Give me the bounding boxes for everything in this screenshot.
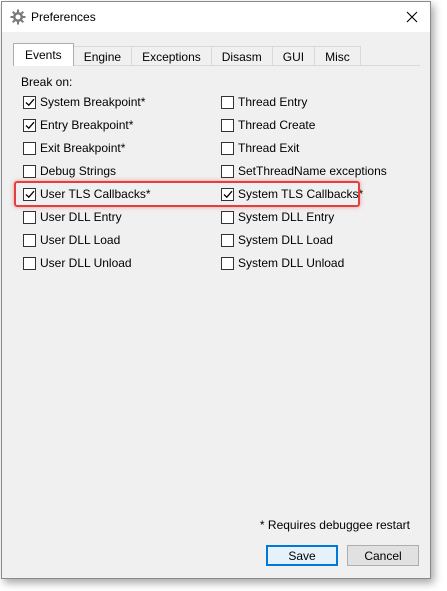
checkmark-icon (25, 98, 34, 106)
checkbox-box[interactable] (221, 164, 234, 178)
checkbox-user-dll-unload[interactable]: User DLL Unload (23, 255, 132, 271)
checkbox-label: User DLL Load (40, 233, 121, 247)
checkbox-box[interactable] (221, 95, 234, 109)
tab-strip: Events Engine Exceptions Disasm GUI Misc (13, 43, 361, 66)
checkbox-user-dll-entry[interactable]: User DLL Entry (23, 209, 122, 225)
restart-note: * Requires debuggee restart (259, 518, 410, 532)
checkbox-label: System Breakpoint* (40, 95, 146, 109)
tab-gui[interactable]: GUI (271, 46, 316, 66)
checkbox-box[interactable] (221, 141, 234, 155)
break-on-label: Break on: (21, 75, 73, 89)
checkbox-box[interactable] (221, 118, 234, 132)
checkbox-label: User DLL Unload (40, 256, 132, 270)
checkbox-system-breakpoint[interactable]: System Breakpoint* (23, 94, 145, 110)
checkbox-label: System DLL Load (238, 233, 333, 247)
checkbox-box[interactable] (221, 233, 234, 247)
gear-icon (10, 9, 26, 25)
checkbox-debug-strings[interactable]: Debug Strings (23, 163, 116, 179)
checkbox-label: System DLL Unload (238, 256, 345, 270)
tab-events[interactable]: Events (13, 43, 74, 66)
close-icon (406, 11, 418, 23)
cancel-button[interactable]: Cancel (347, 545, 419, 566)
checkbox-label: Thread Entry (238, 95, 308, 109)
checkbox-user-dll-load[interactable]: User DLL Load (23, 232, 120, 248)
close-button[interactable] (394, 2, 430, 32)
preferences-window: Preferences Events Engine Exceptions Dis… (1, 1, 431, 579)
window-title: Preferences (31, 10, 96, 24)
save-button[interactable]: Save (266, 545, 338, 566)
checkbox-box[interactable] (23, 210, 36, 224)
events-panel: Break on: System Breakpoint* Entry Breakp… (13, 65, 420, 510)
tab-disasm[interactable]: Disasm (210, 46, 273, 66)
tls-callbacks-highlight (14, 181, 360, 207)
checkbox-system-dll-unload[interactable]: System DLL Unload (221, 255, 344, 271)
checkbox-label: Exit Breakpoint* (40, 141, 126, 155)
checkbox-exit-breakpoint[interactable]: Exit Breakpoint* (23, 140, 125, 156)
title-bar: Preferences (2, 2, 430, 32)
checkbox-box[interactable] (221, 210, 234, 224)
checkbox-box[interactable] (23, 95, 36, 109)
checkbox-label: User DLL Entry (40, 210, 122, 224)
tab-misc[interactable]: Misc (314, 46, 361, 66)
checkbox-box[interactable] (23, 118, 36, 132)
checkbox-box[interactable] (23, 141, 36, 155)
checkbox-label: Thread Exit (238, 141, 300, 155)
checkbox-system-dll-entry[interactable]: System DLL Entry (221, 209, 334, 225)
checkbox-label: Debug Strings (40, 164, 117, 178)
checkbox-label: System DLL Entry (238, 210, 335, 224)
checkmark-icon (25, 121, 34, 129)
checkbox-label: SetThreadName exceptions (238, 164, 387, 178)
checkbox-label: Entry Breakpoint* (40, 118, 134, 132)
tab-exceptions[interactable]: Exceptions (131, 46, 212, 66)
tab-engine[interactable]: Engine (72, 46, 133, 66)
checkbox-system-dll-load[interactable]: System DLL Load (221, 232, 333, 248)
checkbox-box[interactable] (23, 233, 36, 247)
checkbox-thread-entry[interactable]: Thread Entry (221, 94, 307, 110)
checkbox-box[interactable] (23, 256, 36, 270)
checkbox-box[interactable] (23, 164, 36, 178)
checkbox-thread-create[interactable]: Thread Create (221, 117, 315, 133)
checkbox-box[interactable] (221, 256, 234, 270)
checkbox-setthreadname-exceptions[interactable]: SetThreadName exceptions (221, 163, 387, 179)
checkbox-label: Thread Create (238, 118, 316, 132)
checkbox-entry-breakpoint[interactable]: Entry Breakpoint* (23, 117, 133, 133)
checkbox-thread-exit[interactable]: Thread Exit (221, 140, 299, 156)
